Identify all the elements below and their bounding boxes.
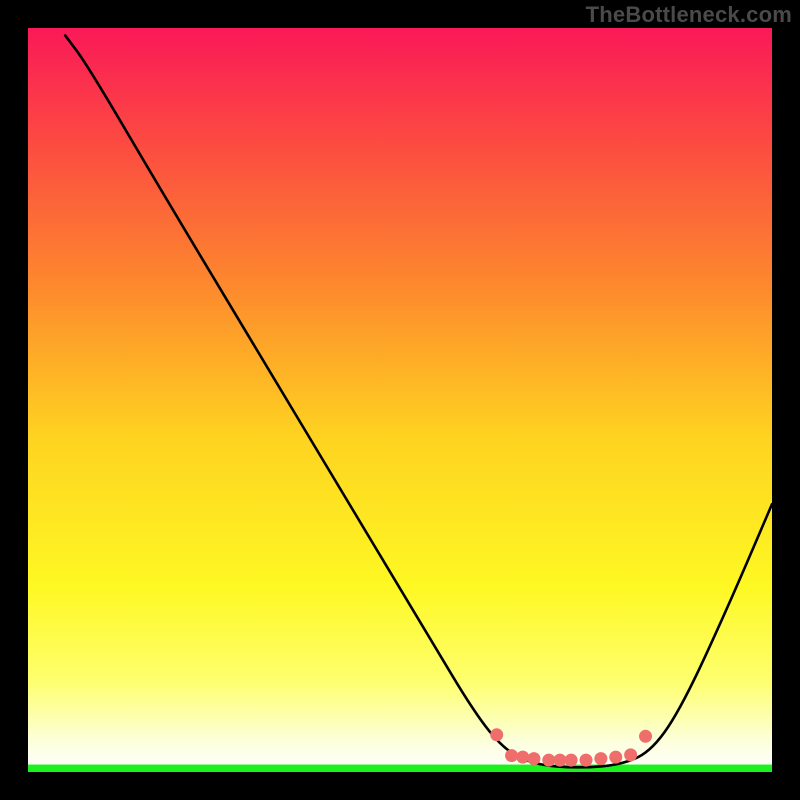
marker-dot [527, 752, 540, 765]
green-band [28, 765, 772, 772]
marker-dot [516, 751, 529, 764]
marker-dot [609, 751, 622, 764]
marker-dot [639, 730, 652, 743]
plot-area [28, 28, 772, 772]
marker-dot [542, 754, 555, 767]
marker-dot [580, 754, 593, 767]
watermark-text: TheBottleneck.com [586, 2, 792, 28]
bottleneck-chart [28, 28, 772, 772]
gradient-background [28, 28, 772, 772]
marker-dot [553, 754, 566, 767]
marker-dot [594, 752, 607, 765]
marker-dot [505, 749, 518, 762]
marker-dot [565, 754, 578, 767]
marker-dot [490, 728, 503, 741]
chart-frame: TheBottleneck.com [0, 0, 800, 800]
marker-dot [624, 748, 637, 761]
